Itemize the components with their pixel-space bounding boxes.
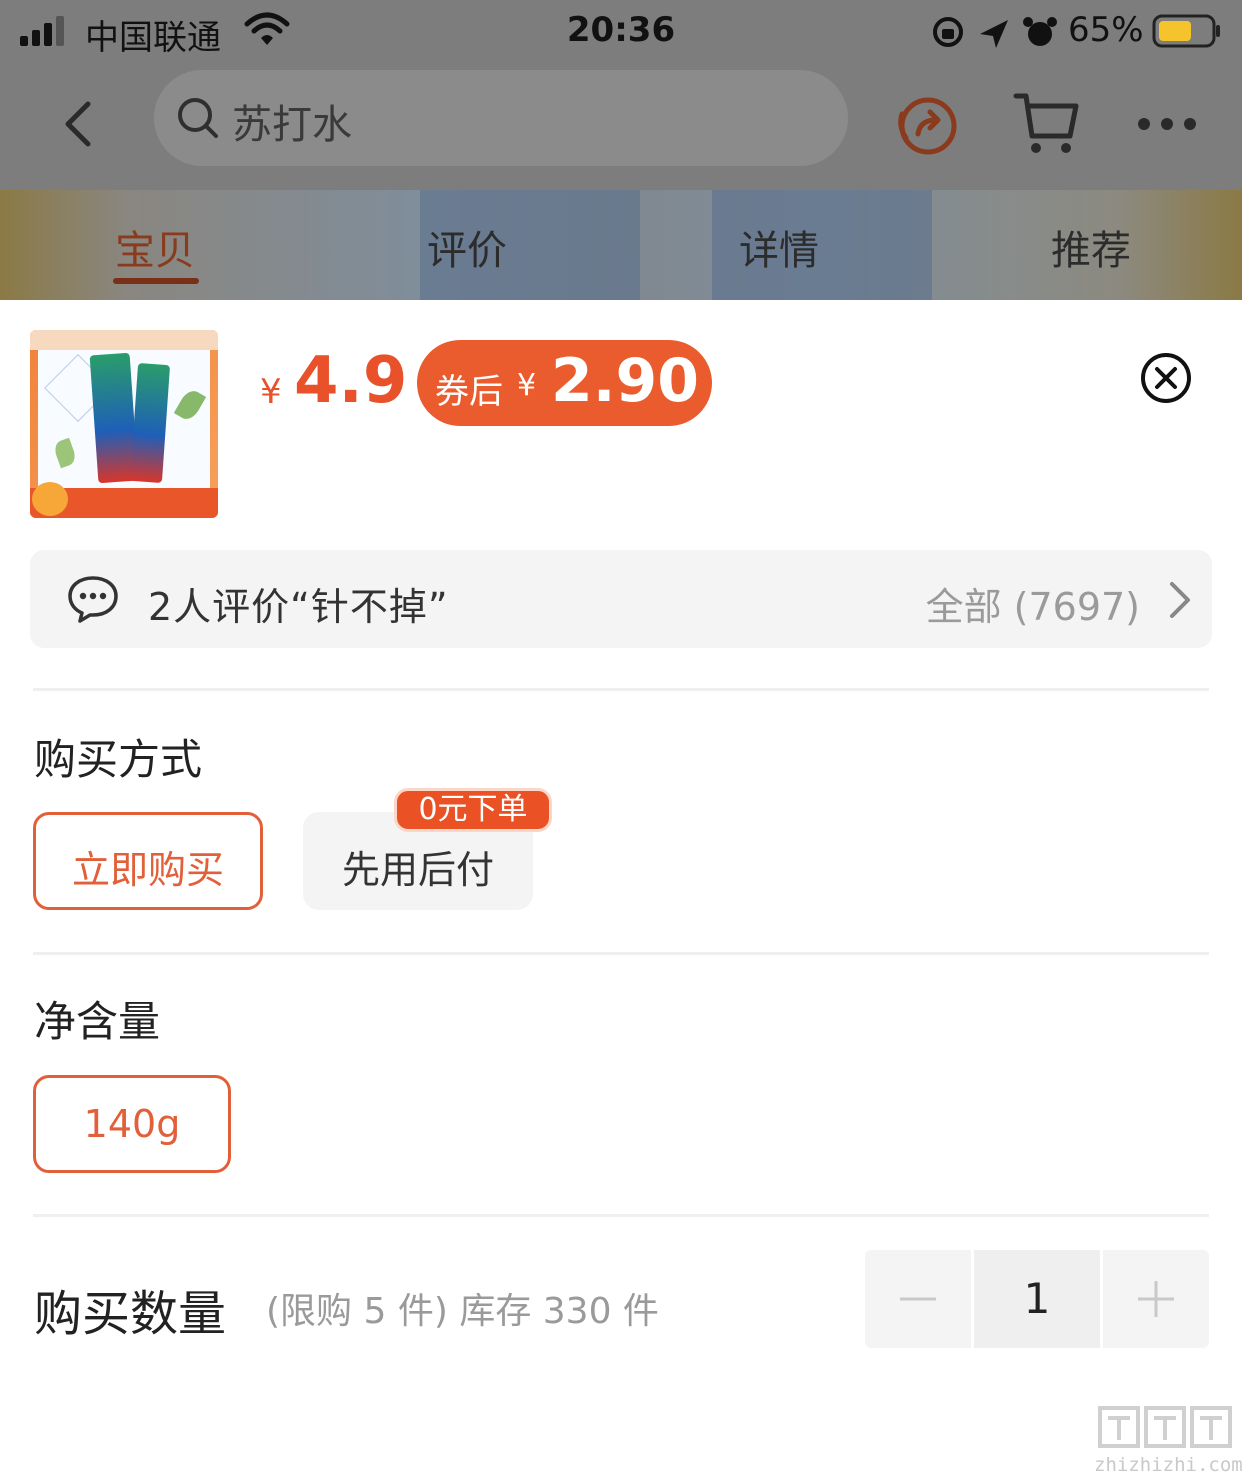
quantity-value[interactable]: 1: [974, 1250, 1100, 1348]
page-tabs: 宝贝 评价 详情 推荐: [0, 190, 1242, 300]
search-input[interactable]: 苏打水: [154, 70, 848, 166]
back-icon[interactable]: [58, 98, 98, 150]
product-thumbnail[interactable]: [30, 330, 218, 518]
battery-icon: [1152, 14, 1220, 48]
active-tab-indicator: [113, 278, 199, 284]
decrease-button[interactable]: [865, 1250, 971, 1348]
more-icon[interactable]: [1136, 112, 1198, 136]
review-summary-text: 2人评价“针不掉”: [148, 585, 449, 629]
tab-details[interactable]: 详情: [739, 218, 819, 276]
option-label: 140g: [83, 1102, 181, 1146]
battery-percentage: 65%: [1068, 10, 1144, 50]
cart-icon[interactable]: [1012, 88, 1082, 158]
option-label: 立即购买: [71, 848, 224, 892]
sku-selection-sheet: ¥ 4.9 券后 ¥ 2.90 2人评价“针不掉” 全部 (7697) 购买方式…: [0, 300, 1242, 1481]
location-icon: [980, 20, 1008, 48]
purchase-method-title: 购买方式: [34, 735, 203, 784]
option-label: 先用后付: [341, 848, 494, 892]
quantity-stepper: 1: [865, 1250, 1209, 1348]
divider: [33, 688, 1209, 691]
tab-reviews[interactable]: 评价: [427, 218, 507, 276]
alarm-icon: [1023, 17, 1057, 46]
tab-recommend[interactable]: 推荐: [1051, 218, 1131, 276]
share-icon[interactable]: [894, 92, 960, 158]
coupon-price: 2.90: [551, 346, 700, 416]
tab-baobei[interactable]: 宝贝: [115, 218, 195, 276]
price: 4.9: [294, 344, 408, 418]
coupon-currency: ¥: [517, 368, 537, 403]
minus-icon: [900, 1297, 936, 1301]
top-navbar: 苏打水: [0, 64, 1242, 184]
increase-button[interactable]: [1103, 1250, 1209, 1348]
search-placeholder: 苏打水: [232, 102, 352, 148]
watermark-text: zhizhizhi.com: [1094, 1454, 1242, 1476]
zero-down-badge: 0元下单: [394, 788, 552, 832]
quantity-hint: (限购 5 件) 库存 330 件: [266, 1291, 659, 1332]
price-currency: ¥: [260, 372, 282, 412]
close-icon[interactable]: [1140, 352, 1192, 404]
status-icons: [933, 17, 1057, 48]
search-icon: [178, 98, 218, 138]
status-bar: 中国联通 20:36 65%: [0, 0, 1242, 64]
divider: [33, 952, 1209, 955]
quantity-title: 购买数量: [34, 1286, 227, 1342]
all-reviews-link[interactable]: 全部 (7697): [926, 576, 1140, 631]
divider: [33, 1214, 1209, 1217]
net-content-title: 净含量: [34, 997, 161, 1046]
review-summary-row[interactable]: 2人评价“针不掉” 全部 (7697): [30, 550, 1212, 648]
lock-rotation-icon: [933, 17, 963, 47]
plus-icon: [1138, 1281, 1174, 1317]
chevron-right-icon: [1170, 582, 1190, 618]
coupon-price-badge: 券后 ¥ 2.90: [417, 340, 712, 426]
coupon-label: 券后: [435, 372, 503, 412]
option-140g[interactable]: 140g: [33, 1075, 231, 1173]
option-buy-now[interactable]: 立即购买: [33, 812, 263, 910]
comment-icon: [68, 576, 118, 623]
